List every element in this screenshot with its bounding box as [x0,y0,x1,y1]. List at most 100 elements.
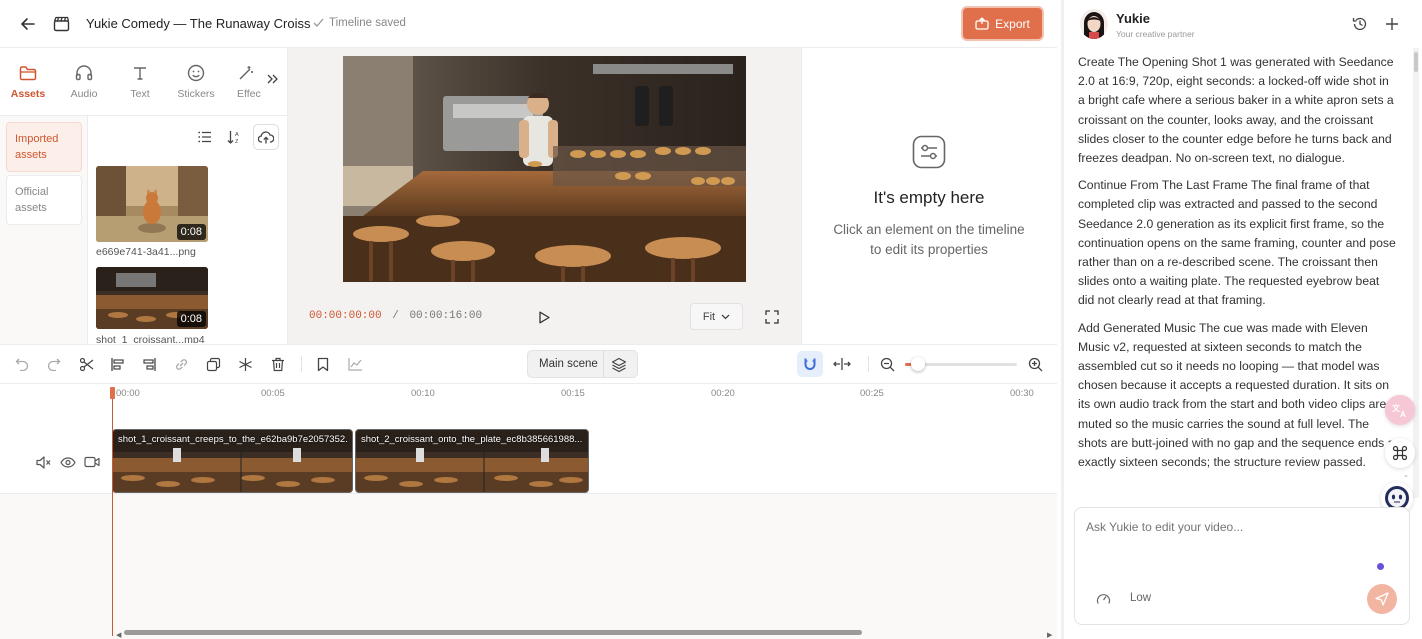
keyframe-graph-icon[interactable] [346,355,364,373]
asset-categories: Imported assets Official assets [0,116,88,344]
magnet-snap-icon[interactable] [797,351,823,377]
layers-icon[interactable] [610,356,628,374]
scroll-left-arrow-icon[interactable]: ◀ [116,631,121,639]
redo-icon[interactable] [45,355,63,373]
link-icon[interactable] [172,355,190,373]
project-title[interactable]: Yukie Comedy — The Runaway Croiss [86,16,310,31]
ruler-tick: 00:20 [711,388,735,399]
ruler-tick: 00:10 [411,388,435,399]
command-key-icon[interactable] [1385,438,1415,468]
duplicate-icon[interactable] [204,355,222,373]
video-camera-icon[interactable] [83,454,100,470]
timeline-clip[interactable]: shot_1_croissant_creeps_to_the_e62ba9b7e… [112,429,353,493]
freeze-icon[interactable] [236,355,254,373]
svg-text:A: A [1400,410,1406,418]
new-chat-plus-icon[interactable] [1383,15,1401,33]
tab-audio[interactable]: Audio [59,62,109,100]
chat-scrollbar-track[interactable] [1413,48,1419,498]
align-left-icon[interactable] [108,355,126,373]
undo-icon[interactable] [13,355,31,373]
chevron-down-small-icon[interactable]: ⌄ [1401,470,1411,480]
asset-filename: e669e741-3a41...png [96,246,196,258]
asset-tabs: Assets Audio Text Stickers Effec [0,48,288,116]
export-icon [975,17,989,30]
timecode: 00:00:00:00 / 00:00:16:00 [309,310,482,322]
video-preview[interactable] [343,56,746,282]
asset-thumbnail[interactable]: 0:08 [96,267,208,329]
assistant-message: Add Generated Music The cue was made wit… [1078,320,1398,470]
assistant-avatar [1080,9,1108,39]
chat-messages: Create The Opening Shot 1 was generated … [1078,53,1398,480]
translate-icon[interactable]: 文A [1385,395,1415,425]
mute-speaker-icon[interactable] [35,454,51,470]
align-right-icon[interactable] [140,355,158,373]
chat-input[interactable] [1086,520,1386,534]
ruler-tick: 00:30 [1010,388,1034,399]
tab-audio-label: Audio [70,88,98,100]
timeline-clip[interactable]: shot_2_croissant_onto_the_plate_ec8b3856… [355,429,589,493]
export-label: Export [995,16,1030,31]
fit-dropdown[interactable]: Fit [690,303,743,330]
magic-wand-icon [237,62,261,84]
tab-text[interactable]: Text [115,62,165,100]
playhead-handle[interactable] [110,387,115,399]
zoom-in-icon[interactable] [1026,355,1044,373]
scroll-right-arrow-icon[interactable]: ▶ [1047,631,1052,639]
zoom-out-icon[interactable] [878,355,896,373]
upload-cloud-icon[interactable] [253,124,279,150]
assistant-tagline: Your creative partner [1116,29,1195,39]
current-time: 00:00:00:00 [309,310,382,322]
ruler-tick: 00:00 [116,388,140,399]
tab-stickers[interactable]: Stickers [171,62,221,100]
more-tabs-icon[interactable] [264,70,282,88]
svg-text:Z: Z [235,139,239,144]
category-official-assets[interactable]: Official assets [6,175,82,225]
quality-selector[interactable]: Low [1130,592,1151,604]
bookmark-icon[interactable] [314,355,332,373]
tab-stickers-label: Stickers [177,88,215,100]
history-icon[interactable] [1351,15,1369,33]
save-status: Timeline saved [313,17,406,29]
svg-text:A: A [235,132,239,138]
timeline-ruler[interactable]: 00:00 00:05 00:10 00:15 00:20 00:25 00:3… [0,384,1057,404]
send-button[interactable] [1367,584,1397,614]
tab-effects[interactable]: Effec [227,62,261,100]
clapperboard-icon [51,14,71,34]
asset-duration: 0:08 [176,224,206,240]
fit-timeline-icon[interactable] [832,355,852,373]
fullscreen-icon[interactable] [762,307,782,327]
split-icon[interactable] [77,355,95,373]
asset-thumbnail[interactable]: 0:08 [96,166,208,242]
assistant-message: Create The Opening Shot 1 was generated … [1078,55,1394,166]
back-arrow-icon[interactable] [18,14,38,34]
chat-scrollbar-thumb[interactable] [1414,52,1418,72]
trash-icon[interactable] [269,355,287,373]
asset-duration: 0:08 [176,311,206,327]
zoom-slider[interactable] [905,357,1017,371]
ruler-tick: 00:15 [561,388,585,399]
toolbar-divider [301,356,302,372]
scene-divider [603,351,604,377]
check-icon [313,18,324,27]
list-view-icon[interactable] [196,128,214,146]
tab-assets[interactable]: Assets [3,62,53,100]
folder-icon [3,62,53,84]
horizontal-scrollbar[interactable] [124,630,862,635]
smiley-icon [171,62,221,84]
empty-properties-icon [911,134,947,170]
eye-icon[interactable] [59,454,76,470]
category-imported-assets[interactable]: Imported assets [6,122,82,172]
export-button[interactable]: Export [963,8,1042,39]
play-icon[interactable] [534,307,554,327]
fit-label: Fit [702,310,716,323]
playhead[interactable] [112,388,113,636]
clip-name: shot_1_croissant_creeps_to_the_e62ba9b7e… [118,434,348,445]
status-dot [1377,563,1384,570]
asset-filename: shot_1_croissant...mp4 [96,334,205,343]
save-status-text: Timeline saved [329,17,406,29]
headphones-icon [59,62,109,84]
sort-icon[interactable]: AZ [225,128,243,146]
main-scene-button[interactable]: Main scene [527,350,638,378]
speed-gauge-icon[interactable] [1094,590,1112,608]
clip-name: shot_2_croissant_onto_the_plate_ec8b3856… [361,434,583,445]
